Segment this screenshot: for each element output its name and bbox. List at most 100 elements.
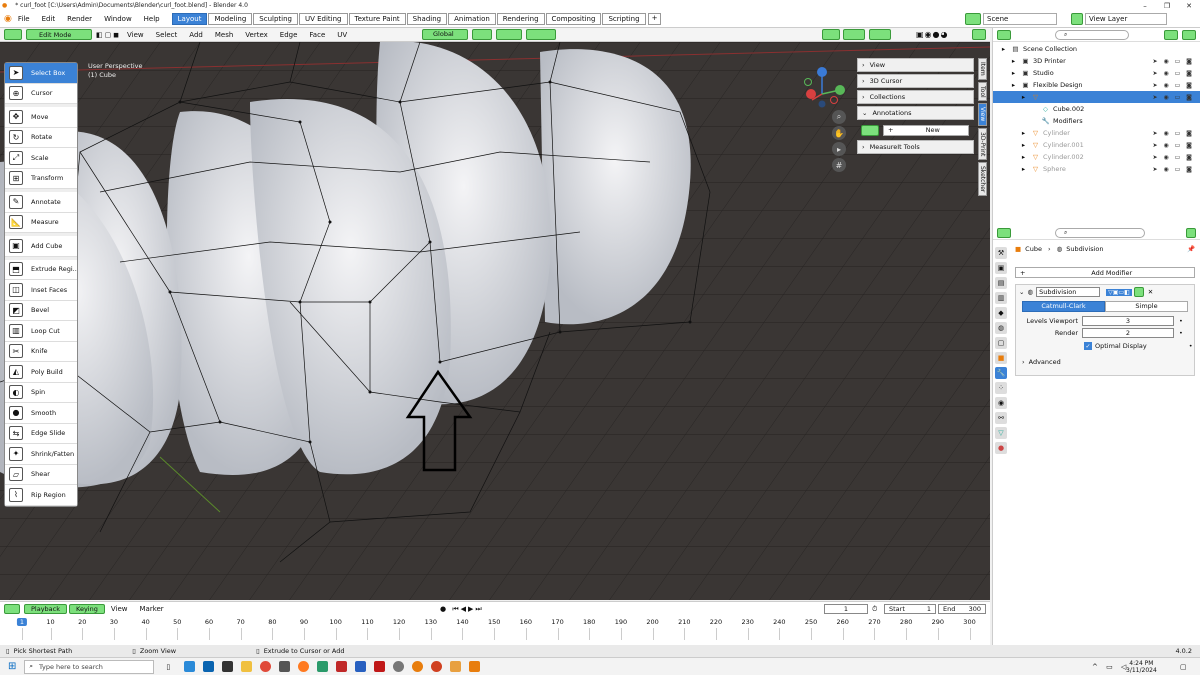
annotation-new-button[interactable]: + New [883,124,969,136]
menu-window[interactable]: Window [98,15,138,23]
tool-loop-cut[interactable]: ▥ Loop Cut [5,321,77,342]
outliner-row[interactable]: ▸ ▣ 3D Printer ➤ ◉ ▭ ◙ [993,55,1200,67]
menu-add[interactable]: Add [183,31,209,39]
chrome-icon[interactable] [260,661,272,672]
tool-inset-faces[interactable]: ◫ Inset Faces [5,280,77,301]
tray-icons[interactable]: ^ ▭ ◁ [1092,663,1129,671]
tool-smooth[interactable]: ● Smooth [5,403,77,424]
tool-scale[interactable]: ⤢ Scale [5,148,77,169]
tool-poly-build[interactable]: ◭ Poly Build [5,362,77,383]
tab-layout[interactable]: Layout [171,13,208,25]
tab-texture-paint[interactable]: Texture Paint [348,13,406,25]
blender-second-taskbar-icon[interactable] [469,661,481,672]
mail-icon[interactable] [203,661,215,672]
outliner-row[interactable]: ▸ ▽ Sphere ➤ ◉ ▭ ◙ [993,163,1200,175]
npanel-annotations[interactable]: ⌄ Annotations [857,106,974,120]
data-props-icon[interactable]: ▽ [995,427,1007,439]
catmull-clark-tab[interactable]: Catmull-Clark [1022,301,1105,312]
menu-view[interactable]: View [121,31,150,39]
overlay-toggle[interactable] [843,29,865,40]
outliner-row[interactable]: 🔧 Modifiers [993,115,1200,127]
firefox-icon[interactable] [298,661,310,672]
simple-tab[interactable]: Simple [1105,301,1188,312]
tool-annotate[interactable]: ✎ Annotate [5,192,77,213]
clock[interactable]: 4:24 PM 3/11/2024 [1126,660,1157,674]
end-frame-field[interactable]: End 300 [938,604,986,614]
expand-icon[interactable]: ▸ [1019,141,1028,149]
menu-edit[interactable]: Edit [36,15,62,23]
visibility-toggles[interactable]: ➤ ◉ ▭ ◙ [1153,130,1194,137]
pivot-selector[interactable] [472,29,492,40]
constraints-props-icon[interactable]: ⚯ [995,412,1007,424]
props-options-icon[interactable] [1186,227,1196,238]
tab-uv-editing[interactable]: UV Editing [298,13,348,25]
menu-help[interactable]: Help [138,15,166,23]
tab-animation[interactable]: Animation [448,13,496,25]
tool-spin[interactable]: ◐ Spin [5,383,77,403]
levels-viewport-field[interactable]: 3 [1082,316,1174,326]
outliner-row[interactable]: ◇ Cube.002 [993,103,1200,115]
current-frame-field[interactable]: 1 [824,604,868,614]
blender-menu-icon[interactable]: ◉ [4,14,12,24]
optimal-display-checkbox[interactable]: ✓ [1084,342,1092,350]
tool-select-box[interactable]: ➤ Select Box [5,63,77,84]
photos-icon[interactable] [317,661,329,672]
scene-field[interactable]: Scene [983,13,1057,25]
outliner-row[interactable]: ▸ ▽ Cylinder.002 ➤ ◉ ▭ ◙ [993,151,1200,163]
menu-edge[interactable]: Edge [274,31,304,39]
blender-active-taskbar-icon[interactable] [450,661,462,672]
menu-mesh[interactable]: Mesh [209,31,239,39]
modifier-toggle-icons[interactable]: ▽▣▭◧ [1106,288,1132,296]
npanel-collections[interactable]: › Collections [857,90,974,104]
shading-dropdown[interactable] [972,29,986,40]
menu-vertex[interactable]: Vertex [239,31,274,39]
zoom-icon[interactable]: ⌕ [832,110,846,124]
scene-props-icon[interactable]: ◆ [995,307,1007,319]
start-frame-field[interactable]: Start 1 [884,604,936,614]
tool-add-cube[interactable]: ▣ Add Cube [5,236,77,257]
orientation-selector[interactable]: Global [422,29,468,40]
app-icon-1[interactable] [279,661,291,672]
modifier-name-field[interactable]: Subdivision [1036,287,1101,297]
tab-shading[interactable]: Shading [406,13,448,25]
expand-icon[interactable]: ▸ [999,45,1008,53]
visibility-toggles[interactable]: ➤ ◉ ▭ ◙ [1153,58,1194,65]
outliner-row[interactable]: ▸ ▣ Flexible Design ➤ ◉ ▭ ◙ [993,79,1200,91]
modifier-dropdown-icon[interactable] [1133,287,1144,297]
collapse-icon[interactable]: ⌄ [1019,288,1024,296]
grid-toggle-icon[interactable]: # [832,158,846,172]
view-layer-props-icon[interactable]: ▥ [995,292,1007,304]
tool-rip-region[interactable]: ⌇ Rip Region [5,485,77,506]
app-icon-5[interactable] [393,661,405,672]
store-icon[interactable] [222,661,234,672]
menu-file[interactable]: File [12,15,36,23]
render-props-icon[interactable]: ▣ [995,262,1007,274]
expand-icon[interactable]: ▸ [1009,69,1018,77]
view-layer-field[interactable]: View Layer [1085,13,1167,25]
tool-extrude-regi[interactable]: ⬒ Extrude Regi... [5,260,77,280]
world-props-icon[interactable]: ◍ [995,322,1007,334]
tool-shear[interactable]: ▱ Shear [5,465,77,485]
tab-compositing[interactable]: Compositing [545,13,602,25]
expand-icon[interactable]: ▸ [1009,57,1018,65]
notification-icon[interactable]: ▢ [1180,663,1187,671]
minimize-button[interactable]: – [1134,2,1156,10]
snap-selector[interactable] [496,29,522,40]
tab-item[interactable]: Item [978,58,987,80]
proportional-edit[interactable] [526,29,556,40]
advanced-subpanel[interactable]: › Advanced [1016,355,1194,369]
tab-modeling[interactable]: Modeling [208,13,253,25]
shading-modes-icons[interactable]: ▣◉●◕ [916,30,949,39]
menu-uv[interactable]: UV [331,31,353,39]
modifier-props-icon[interactable]: 🔧 [995,367,1007,379]
add-modifier-button[interactable]: + Add Modifier [1015,267,1195,278]
app-icon-2[interactable] [336,661,348,672]
visibility-toggles[interactable]: ➤ ◉ ▭ ◙ [1153,154,1194,161]
npanel-3d-cursor[interactable]: › 3D Cursor [857,74,974,88]
add-workspace-button[interactable]: + [647,13,662,25]
tab-3d-print[interactable]: 3D-Print [978,127,987,160]
outliner-filter-icon[interactable] [1164,29,1178,40]
keying-menu[interactable]: Keying [69,604,105,614]
expand-icon[interactable]: ▸ [1019,165,1028,173]
start-icon[interactable]: ⊞ [8,661,16,672]
